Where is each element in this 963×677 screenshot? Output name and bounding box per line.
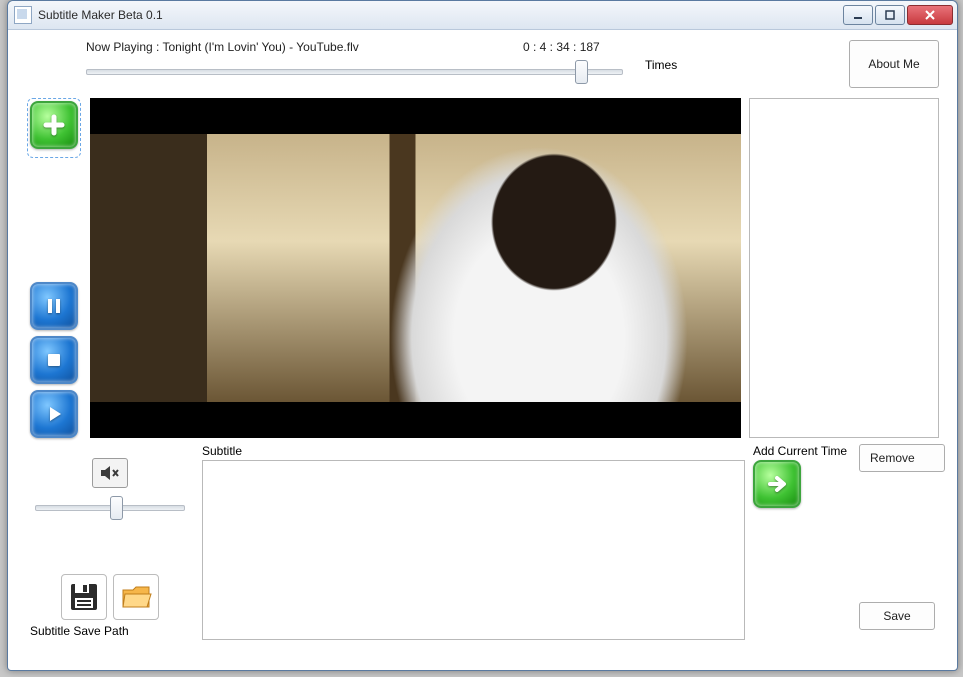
file-buttons bbox=[61, 574, 159, 620]
save-file-button[interactable] bbox=[61, 574, 107, 620]
mute-button[interactable] bbox=[92, 458, 128, 488]
times-label: Times bbox=[645, 58, 835, 72]
times-column bbox=[749, 98, 939, 438]
maximize-icon bbox=[885, 10, 895, 20]
mid-row bbox=[26, 98, 939, 438]
stop-button[interactable] bbox=[30, 336, 78, 384]
close-icon bbox=[924, 10, 936, 20]
times-header: Times bbox=[633, 40, 835, 72]
about-me-button[interactable]: About Me bbox=[849, 40, 939, 88]
minimize-button[interactable] bbox=[843, 5, 873, 25]
letterbox-bottom bbox=[90, 402, 741, 438]
window-controls bbox=[843, 5, 953, 25]
add-current-time-label: Add Current Time bbox=[753, 444, 851, 458]
app-window: Subtitle Maker Beta 0.1 Now Playing : To… bbox=[7, 0, 958, 671]
seek-thumb[interactable] bbox=[575, 60, 588, 84]
pause-icon bbox=[44, 296, 64, 316]
action-column: Remove Save bbox=[859, 444, 939, 630]
mute-icon bbox=[100, 465, 120, 481]
subtitle-input[interactable] bbox=[202, 460, 745, 640]
transport-column bbox=[26, 98, 82, 438]
header-row: Now Playing : Tonight (I'm Lovin' You) -… bbox=[26, 40, 939, 88]
add-current-time-button[interactable] bbox=[753, 460, 801, 508]
app-icon bbox=[14, 6, 32, 24]
volume-thumb[interactable] bbox=[110, 496, 123, 520]
times-listbox[interactable] bbox=[749, 98, 939, 438]
video-viewport[interactable] bbox=[90, 98, 741, 438]
folder-icon bbox=[120, 582, 152, 612]
save-button[interactable]: Save bbox=[859, 602, 935, 630]
window-title: Subtitle Maker Beta 0.1 bbox=[38, 8, 843, 22]
client-area: Now Playing : Tonight (I'm Lovin' You) -… bbox=[8, 30, 957, 670]
letterbox-top bbox=[90, 98, 741, 134]
plus-icon bbox=[42, 113, 66, 137]
subtitle-label: Subtitle bbox=[202, 444, 745, 458]
now-playing-line: Now Playing : Tonight (I'm Lovin' You) -… bbox=[86, 40, 633, 54]
arrow-right-icon bbox=[765, 472, 789, 496]
lower-row: Subtitle Save Path Subtitle Add Current … bbox=[26, 444, 939, 640]
seek-slider[interactable] bbox=[86, 60, 623, 82]
maximize-button[interactable] bbox=[875, 5, 905, 25]
play-icon bbox=[44, 404, 64, 424]
volume-slider[interactable] bbox=[35, 496, 185, 518]
save-path-label: Subtitle Save Path bbox=[30, 624, 129, 638]
add-button[interactable] bbox=[30, 101, 78, 149]
video-frame bbox=[90, 134, 741, 402]
timecode-label: 0 : 4 : 34 : 187 bbox=[523, 40, 633, 54]
seek-track bbox=[86, 69, 623, 75]
open-folder-button[interactable] bbox=[113, 574, 159, 620]
play-button[interactable] bbox=[30, 390, 78, 438]
subtitle-column: Subtitle bbox=[202, 444, 745, 640]
now-playing-block: Now Playing : Tonight (I'm Lovin' You) -… bbox=[86, 40, 633, 82]
add-time-column: Add Current Time bbox=[753, 444, 851, 514]
close-button[interactable] bbox=[907, 5, 953, 25]
volume-file-column: Subtitle Save Path bbox=[26, 444, 194, 638]
remove-button[interactable]: Remove bbox=[859, 444, 945, 472]
pause-button[interactable] bbox=[30, 282, 78, 330]
floppy-icon bbox=[68, 581, 100, 613]
add-button-focus bbox=[27, 98, 81, 158]
stop-icon bbox=[44, 350, 64, 370]
titlebar: Subtitle Maker Beta 0.1 bbox=[8, 1, 957, 30]
now-playing-label: Now Playing : Tonight (I'm Lovin' You) -… bbox=[86, 40, 523, 54]
minimize-icon bbox=[853, 10, 863, 20]
